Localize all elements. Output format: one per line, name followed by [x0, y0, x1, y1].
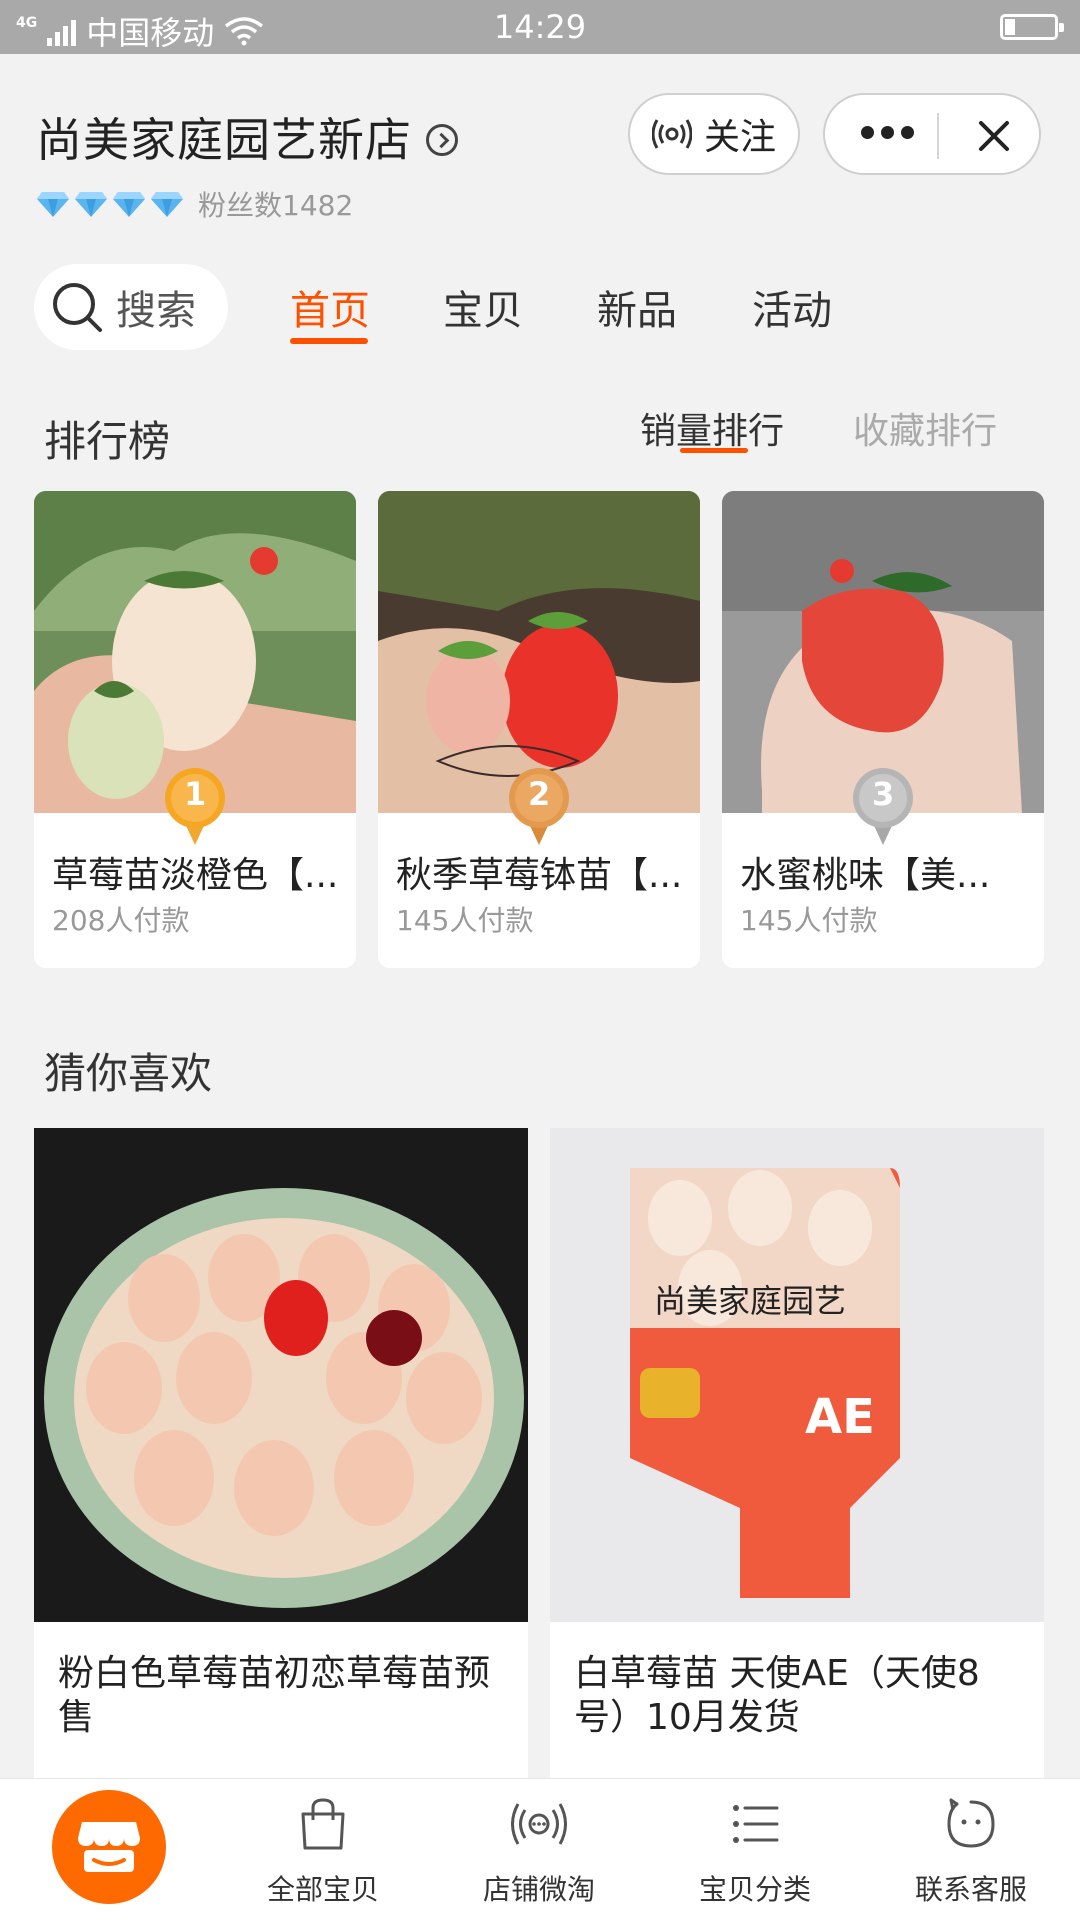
tab-events[interactable]: 活动 [752, 278, 832, 336]
storefront-icon [78, 1822, 140, 1872]
product-image: 2 [378, 491, 700, 845]
search-button[interactable]: 搜索 [34, 264, 228, 350]
broadcast-icon [651, 119, 692, 149]
shop-meta: 粉丝数1482 [36, 184, 353, 224]
tab-favorites-ranking[interactable]: 收藏排行 [853, 402, 997, 454]
product-image [34, 1128, 528, 1622]
recommend-card[interactable]: AE 尚美家庭园艺 白草莓苗 天使AE（天使8号）10月发货 [550, 1128, 1044, 1780]
shop-level [36, 190, 184, 218]
tab-all-items[interactable]: 全部宝贝 [233, 1796, 413, 1908]
product-image: 3 [722, 491, 1044, 845]
product-title: 秋季草莓钵苗【... [396, 855, 683, 896]
more-icon[interactable] [861, 126, 914, 139]
image-caption: 尚美家庭园艺 [654, 1282, 847, 1320]
shop-name[interactable]: 尚美家庭园艺新店 [36, 104, 412, 170]
tab-shop-feed[interactable]: 店铺微淘 [449, 1796, 629, 1908]
ranking-tab-indicator [680, 448, 748, 453]
product-title: 草莓苗淡橙色【... [52, 855, 339, 896]
guess-title: 猜你喜欢 [44, 1049, 213, 1098]
chat-face-icon [947, 1798, 995, 1848]
shop-header[interactable]: 尚美家庭园艺新店 [36, 104, 458, 170]
diamond-icon [37, 192, 69, 217]
sales-count: 208人付款 [52, 904, 190, 937]
close-icon[interactable] [975, 117, 1013, 155]
chevron-right-icon[interactable] [426, 124, 458, 156]
tab-label: 联系客服 [914, 1873, 1027, 1906]
svg-text:AE: AE [805, 1389, 875, 1445]
follow-button[interactable]: 关注 [628, 93, 800, 175]
product-title: 粉白色草莓苗初恋草莓苗预售 [58, 1653, 491, 1738]
tab-customer-service[interactable]: 联系客服 [881, 1796, 1061, 1908]
tab-new[interactable]: 新品 [597, 278, 677, 336]
tab-items[interactable]: 宝贝 [443, 278, 523, 336]
rank-number: 2 [528, 775, 551, 813]
tab-categories[interactable]: 宝贝分类 [665, 1796, 845, 1908]
tab-indicator [290, 338, 368, 344]
rank-number: 3 [872, 775, 895, 813]
recommend-card[interactable]: 粉白色草莓苗初恋草莓苗预售 [34, 1128, 528, 1780]
tab-home[interactable]: 首页 [290, 278, 370, 336]
tab-label: 全部宝贝 [266, 1873, 379, 1906]
diamond-icon [75, 192, 107, 217]
tab-sales-ranking[interactable]: 销量排行 [640, 402, 784, 454]
ranking-card[interactable]: 1 草莓苗淡橙色【... 208人付款 [34, 491, 356, 968]
list-icon [733, 1805, 779, 1843]
status-bar: 4G 中国移动 14:29 [0, 0, 1080, 54]
ranking-card[interactable]: 3 水蜜桃味【美... 145人付款 [722, 491, 1044, 968]
search-label: 搜索 [116, 288, 196, 334]
sales-count: 145人付款 [740, 904, 878, 937]
ranking-title: 排行榜 [44, 417, 171, 466]
diamond-icon [151, 192, 183, 217]
product-title: 水蜜桃味【美... [740, 855, 991, 896]
ranking-card[interactable]: 2 秋季草莓钵苗【... 145人付款 [378, 491, 700, 968]
tab-label: 宝贝分类 [698, 1873, 811, 1906]
tab-label: 店铺微淘 [482, 1873, 595, 1906]
rank-number: 1 [184, 775, 207, 813]
product-image: 1 [34, 491, 356, 845]
diamond-icon [113, 192, 145, 217]
broadcast-icon [511, 1803, 567, 1845]
capsule-divider [937, 113, 939, 159]
follow-label: 关注 [703, 117, 776, 158]
shopping-bag-icon [301, 1798, 345, 1850]
product-title: 白草莓苗 天使AE（天使8号）10月发货 [574, 1653, 980, 1738]
fans-count: 粉丝数1482 [198, 189, 354, 222]
miniprogram-capsule [823, 93, 1041, 175]
battery-icon [1000, 14, 1064, 40]
sales-count: 145人付款 [396, 904, 534, 937]
product-image: AE [550, 1128, 1044, 1622]
clock: 14:29 [493, 8, 587, 46]
shop-home-button[interactable] [52, 1790, 166, 1904]
search-icon [53, 283, 102, 332]
